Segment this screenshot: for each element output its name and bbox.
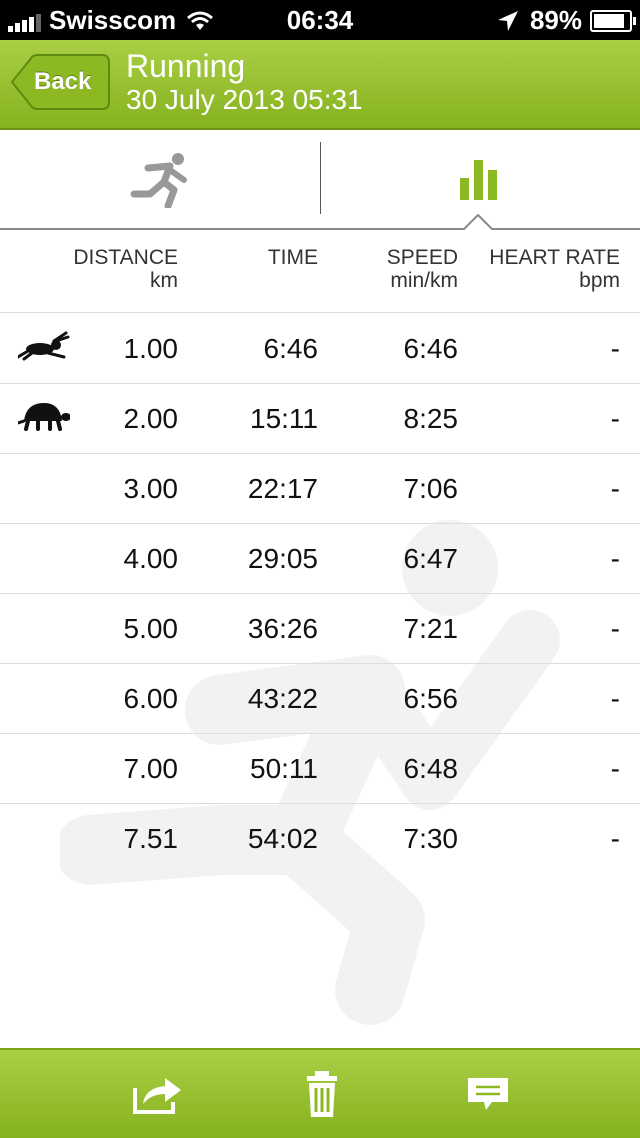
comment-button[interactable] [456,1066,520,1122]
table-row: 7.51 54:02 7:30 - [0,803,640,873]
time-value: 50:11 [250,753,318,784]
location-arrow-icon [497,10,518,31]
bar-chart-icon [460,160,497,200]
bottom-toolbar [0,1048,640,1138]
heart-rate-value: - [610,473,620,504]
table-row: 1.00 6:46 6:46 - [0,313,640,384]
delete-button[interactable] [290,1066,354,1122]
time-value: 15:11 [250,403,318,434]
battery-percent: 89% [529,5,582,35]
heart-rate-value: - [610,823,620,854]
heart-rate-value: - [610,753,620,784]
share-icon [133,1078,181,1114]
time-value: 54:02 [247,823,318,854]
battery-icon [590,9,636,32]
comment-icon [468,1078,508,1110]
time-value: 22:17 [247,473,318,504]
trash-icon [307,1071,337,1117]
table-header: DISTANCE km TIME SPEED min/km HEART RATE bp… [0,232,640,313]
table-row: 5.00 36:26 7:21 - [0,593,640,664]
speed-value: 7:30 [403,823,459,854]
heart-rate-value: - [610,333,620,364]
tortoise-icon [18,403,70,431]
table-row: 6.00 43:22 6:56 - [0,663,640,734]
selected-tab-pointer [463,214,493,230]
distance-value: 3.00 [123,473,179,504]
time-value: 43:22 [247,683,318,714]
column-header-time: TIME [267,246,318,269]
column-header-speed: SPEED min/km [386,246,458,292]
heart-rate-value: - [610,613,620,644]
heart-rate-value: - [610,543,620,574]
speed-value: 8:25 [403,403,459,434]
distance-value: 7.00 [123,753,179,784]
view-tabs [0,130,640,230]
distance-value: 2.00 [123,403,179,434]
distance-value: 1.00 [123,333,179,364]
status-bar: Swisscom 06:34 89% [0,0,640,40]
hare-icon [18,331,70,361]
back-button-label: Back [34,68,92,95]
page-subtitle: 30 July 2013 05:31 [126,84,363,115]
heart-rate-value: - [610,683,620,714]
table-row: 3.00 22:17 7:06 - [0,453,640,524]
distance-value: 6.00 [123,683,179,714]
column-header-heart-rate: HEART RATE bpm [489,246,620,292]
page-title: Running [126,48,246,84]
table-row: 7.00 50:11 6:48 - [0,733,640,804]
distance-value: 4.00 [123,543,179,574]
heart-rate-value: - [610,403,620,434]
share-button[interactable] [126,1066,190,1122]
distance-value: 7.51 [123,823,179,854]
speed-value: 6:56 [403,683,459,714]
time-value: 29:05 [247,543,318,574]
speed-value: 6:47 [403,543,459,574]
column-header-distance: DISTANCE km [73,246,178,292]
time-value: 36:26 [247,613,318,644]
speed-value: 6:46 [403,333,459,364]
speed-value: 7:21 [403,613,459,644]
table-row: 4.00 29:05 6:47 - [0,523,640,594]
table-row: 2.00 15:11 8:25 - [0,383,640,454]
distance-value: 5.00 [123,613,179,644]
runner-icon [130,153,187,208]
speed-value: 7:06 [403,473,459,504]
speed-value: 6:48 [403,753,459,784]
back-button[interactable]: Back [10,54,110,110]
tab-activity[interactable] [0,130,320,228]
time-value: 6:46 [263,333,319,364]
navigation-bar: Back Running 30 July 2013 05:31 [0,40,640,130]
